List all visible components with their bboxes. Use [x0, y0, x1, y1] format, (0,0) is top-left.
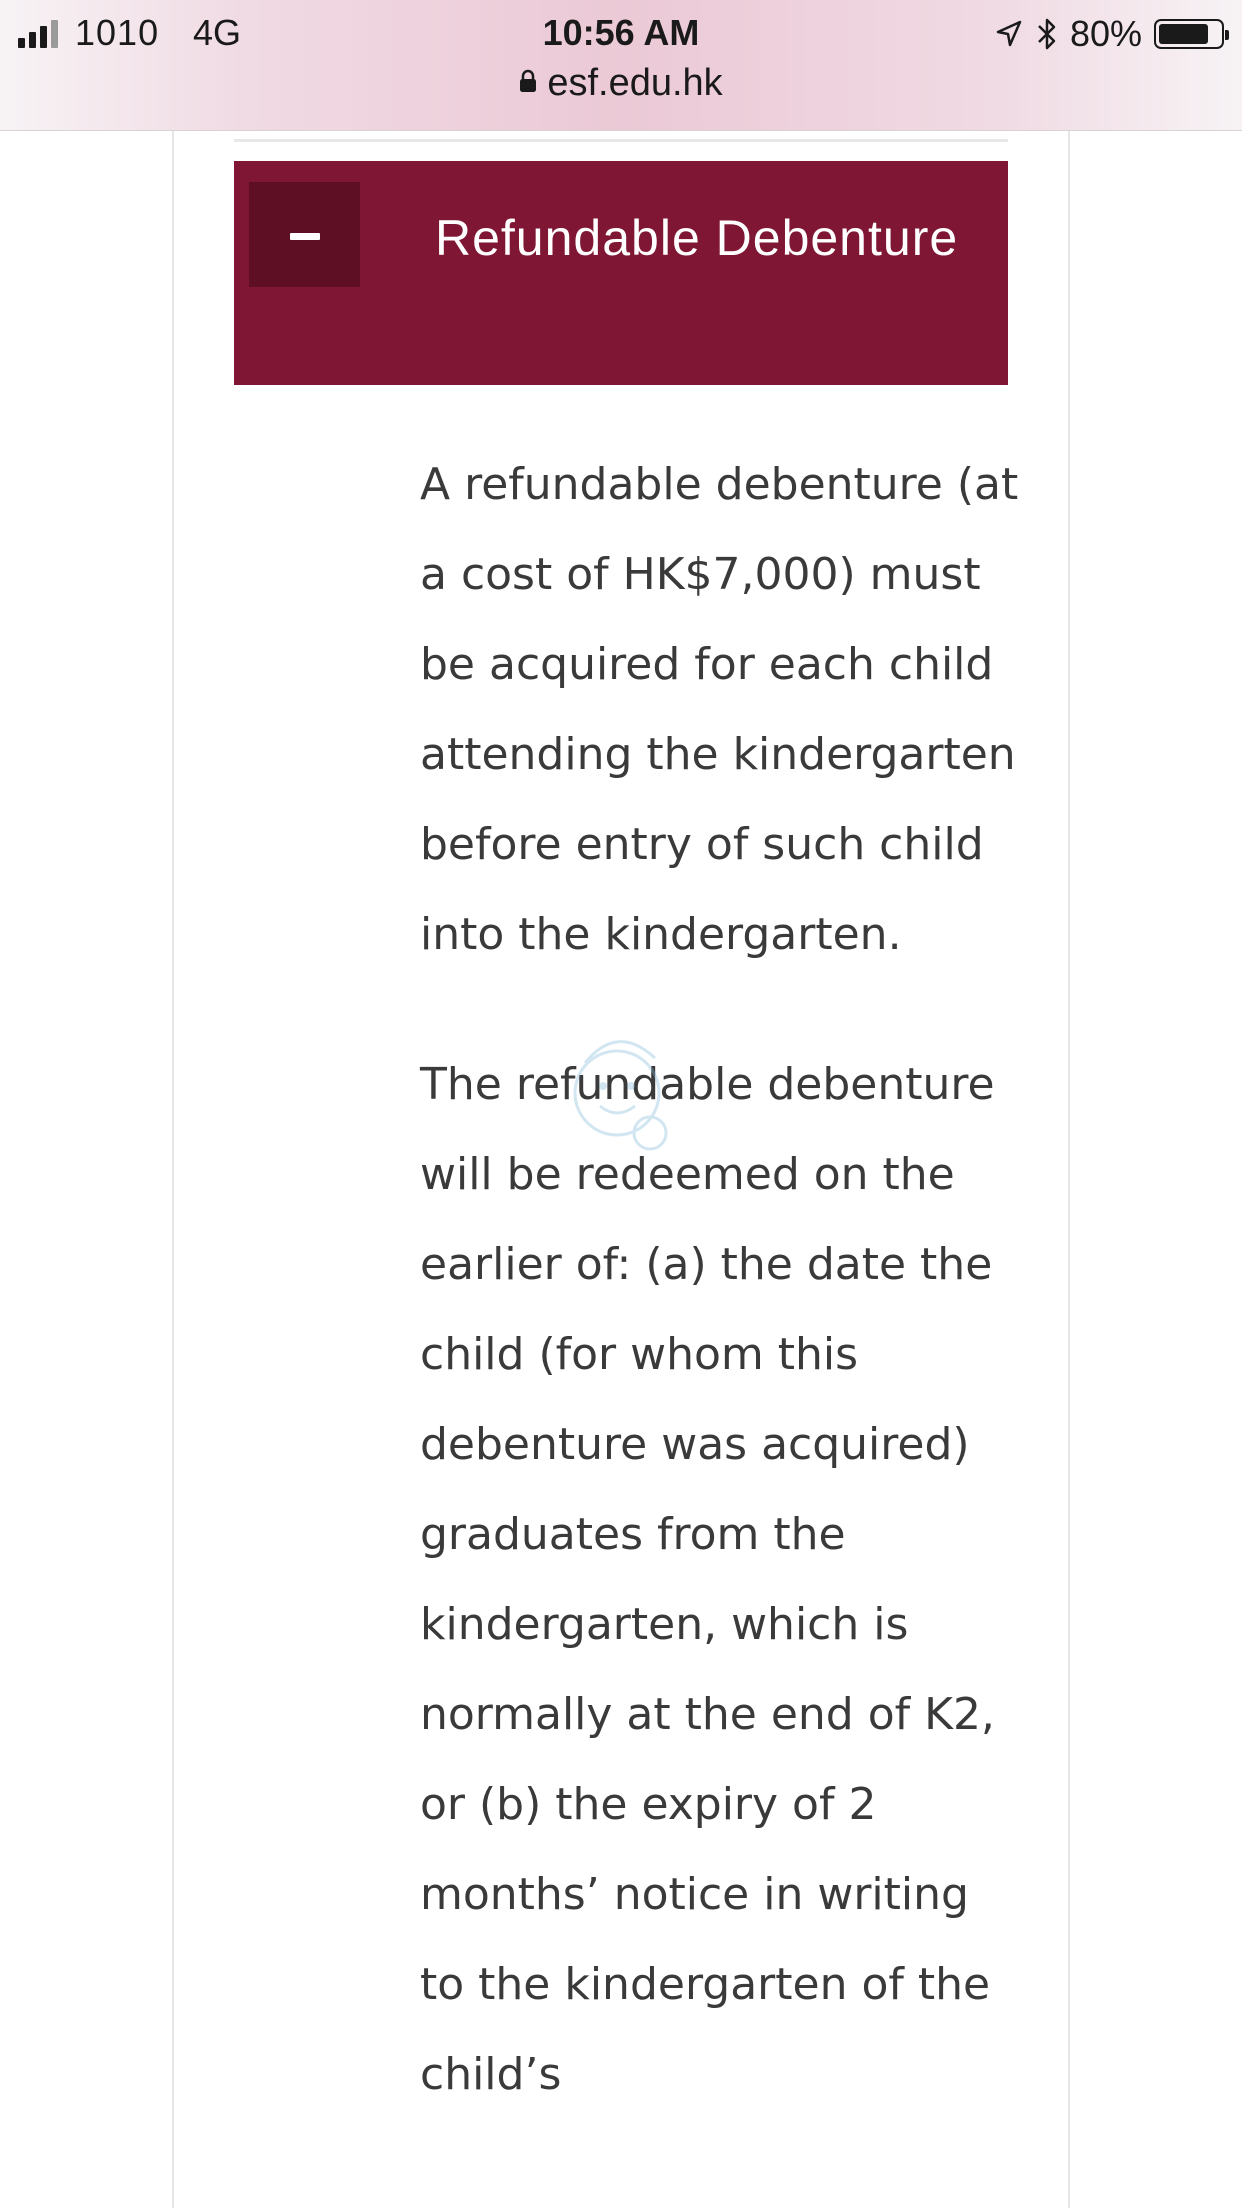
url-text: esf.edu.hk	[547, 62, 723, 104]
divider	[234, 139, 1008, 142]
paragraph: The refundable debenture will be redeeme…	[420, 1059, 995, 2100]
accordion-title: Refundable Debenture	[435, 210, 959, 266]
accordion-body: A refundable debenture (at a cost of HK$…	[420, 440, 1020, 2180]
accordion-header-refundable-debenture[interactable]: Refundable Debenture	[234, 161, 1008, 385]
status-bar: 1010 4G 10:56 AM 80% esf.edu.hk	[0, 0, 1242, 131]
battery-icon	[1154, 19, 1229, 49]
collapse-button[interactable]	[249, 182, 360, 287]
watermark-logo	[573, 1040, 668, 1151]
battery-percent: 80%	[1069, 13, 1142, 54]
lock-icon	[520, 69, 537, 92]
bluetooth-icon	[1038, 18, 1056, 50]
address-bar[interactable]: esf.edu.hk	[0, 62, 1242, 105]
minus-icon	[290, 233, 320, 240]
paragraph: A refundable debenture (at a cost of HK$…	[420, 459, 1019, 960]
location-arrow-icon	[996, 20, 1022, 47]
